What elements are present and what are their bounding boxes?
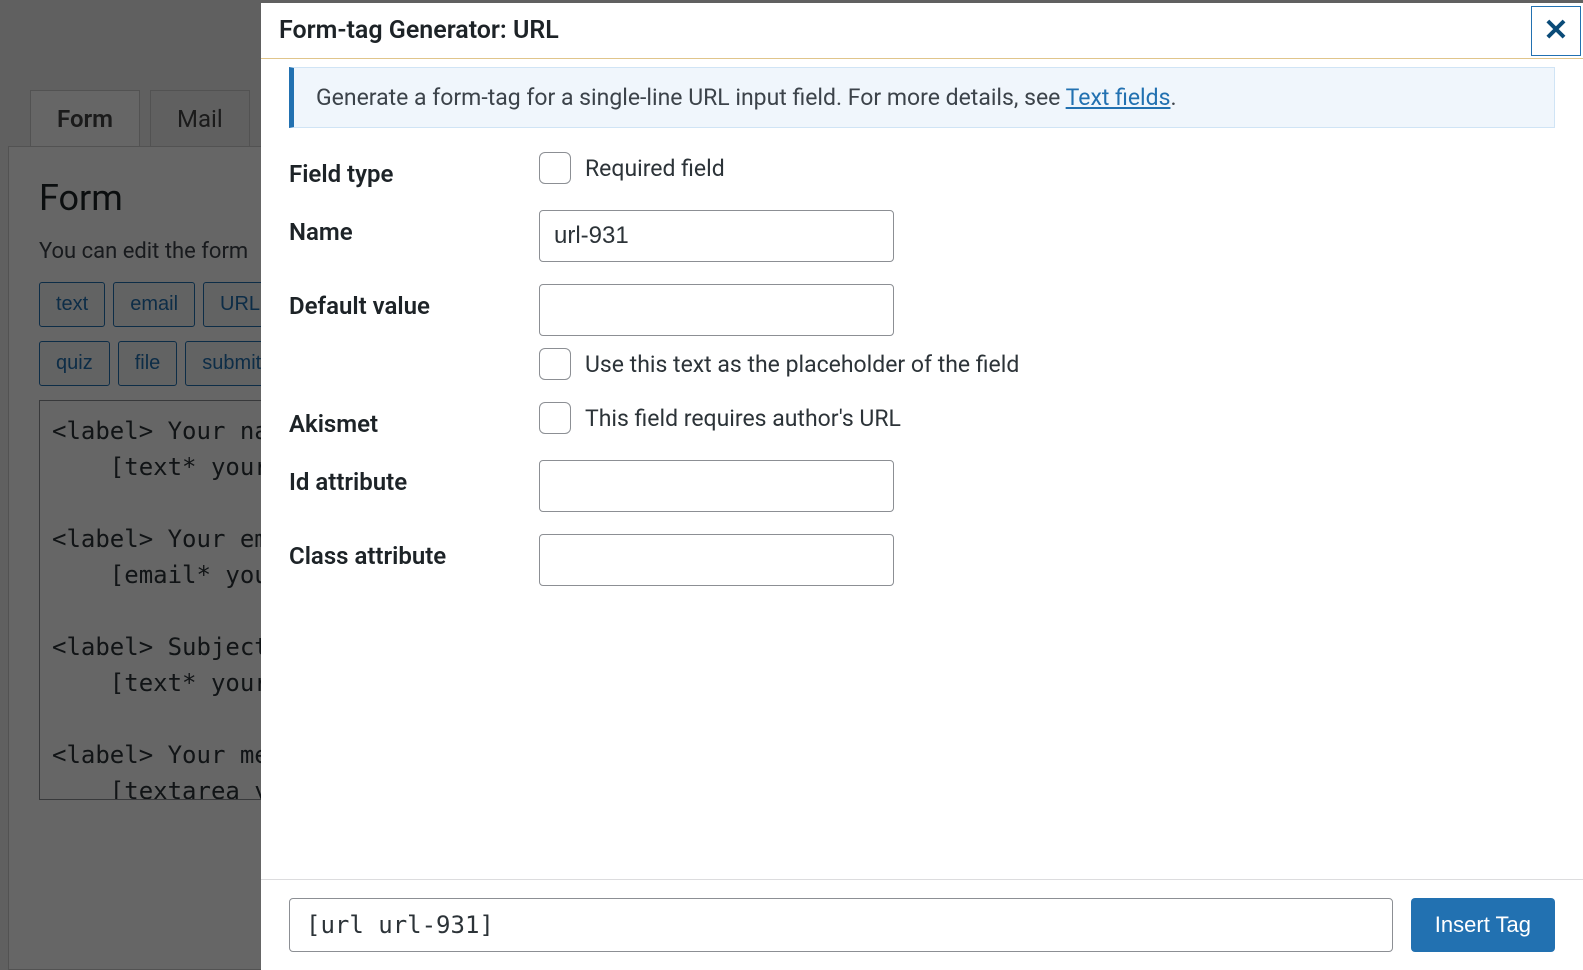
row-id-attr: Id attribute <box>289 460 1555 512</box>
label-class-attr: Class attribute <box>289 534 539 570</box>
row-default-value: Default value Use this text as the place… <box>289 284 1555 380</box>
row-field-type: Field type Required field <box>289 152 1555 188</box>
label-field-type: Field type <box>289 152 539 188</box>
label-name: Name <box>289 210 539 246</box>
info-box: Generate a form-tag for a single-line UR… <box>289 67 1555 128</box>
label-akismet: Akismet <box>289 402 539 438</box>
info-text: Generate a form-tag for a single-line UR… <box>316 84 1066 111</box>
row-name: Name <box>289 210 1555 262</box>
modal-header: Form-tag Generator: URL ✕ <box>261 3 1583 59</box>
checkbox-akismet[interactable] <box>539 402 571 434</box>
label-placeholder-opt: Use this text as the placeholder of the … <box>585 351 1019 378</box>
info-text-end: . <box>1170 84 1176 111</box>
insert-tag-button[interactable]: Insert Tag <box>1411 898 1555 952</box>
modal-title: Form-tag Generator: URL <box>261 3 577 58</box>
input-default-value[interactable] <box>539 284 894 336</box>
form-tag-generator-modal: Form-tag Generator: URL ✕ Generate a for… <box>261 3 1583 970</box>
row-class-attr: Class attribute <box>289 534 1555 586</box>
input-class-attr[interactable] <box>539 534 894 586</box>
row-akismet: Akismet This field requires author's URL <box>289 402 1555 438</box>
label-id-attr: Id attribute <box>289 460 539 496</box>
modal-body: Generate a form-tag for a single-line UR… <box>261 59 1583 879</box>
close-icon: ✕ <box>1543 13 1568 48</box>
modal-footer: Insert Tag <box>261 879 1583 970</box>
input-id-attr[interactable] <box>539 460 894 512</box>
input-name[interactable] <box>539 210 894 262</box>
close-button[interactable]: ✕ <box>1531 6 1581 56</box>
info-link[interactable]: Text fields <box>1066 84 1171 111</box>
label-akismet-opt: This field requires author's URL <box>585 405 901 432</box>
checkbox-required[interactable] <box>539 152 571 184</box>
label-required: Required field <box>585 155 725 182</box>
checkbox-placeholder[interactable] <box>539 348 571 380</box>
tag-output[interactable] <box>289 898 1393 952</box>
label-default-value: Default value <box>289 284 539 320</box>
